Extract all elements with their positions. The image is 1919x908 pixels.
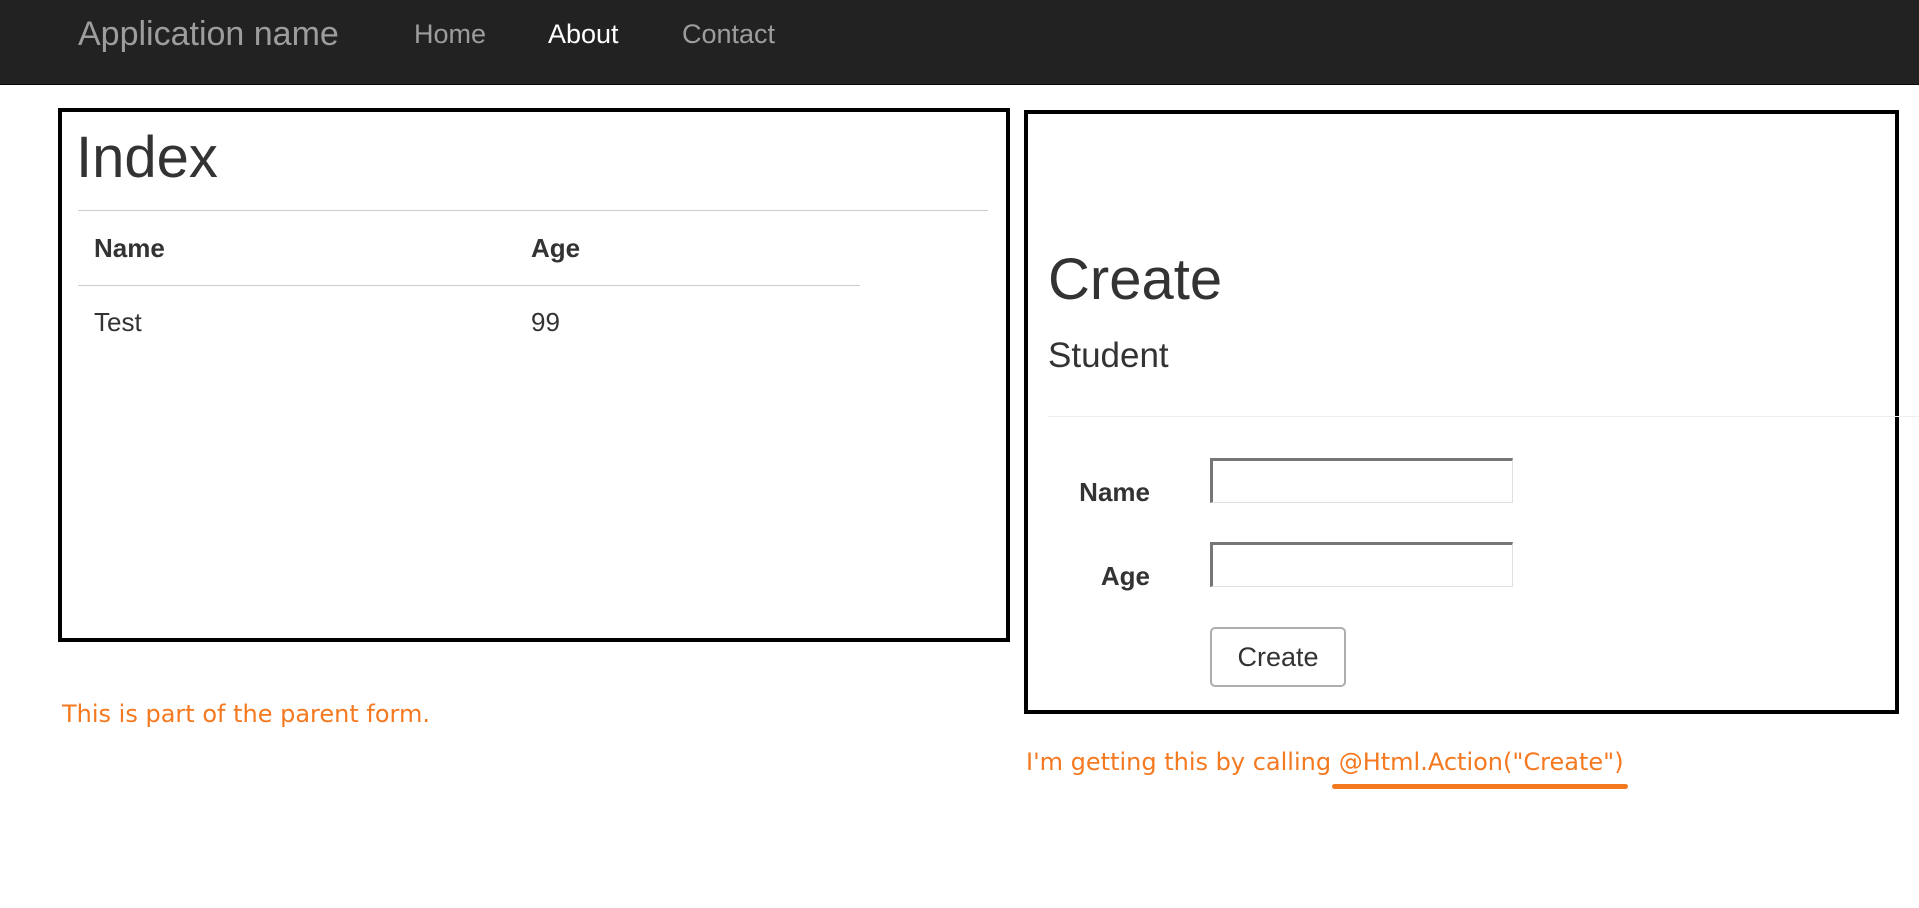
nav-contact-link[interactable]: Contact	[682, 16, 775, 52]
parent-form-note: This is part of the parent form.	[62, 700, 430, 728]
name-field-label: Name	[1079, 477, 1150, 507]
html-action-note: I'm getting this by calling @Html.Action…	[1026, 748, 1624, 776]
index-page-title: Index	[76, 125, 218, 190]
age-field-label: Age	[1100, 561, 1150, 591]
table-cell-name: Test	[94, 307, 142, 337]
create-partial-box	[1024, 110, 1899, 714]
table-header-divider	[78, 285, 860, 286]
name-field[interactable]	[1210, 458, 1513, 503]
table-cell-age: 99	[531, 307, 560, 337]
index-title-divider	[78, 210, 988, 211]
annotation-underline	[1332, 784, 1628, 789]
create-submit-button[interactable]: Create	[1210, 627, 1346, 687]
create-subtitle-divider	[1048, 416, 1919, 417]
age-field[interactable]	[1210, 542, 1513, 587]
table-header-name: Name	[94, 233, 165, 263]
nav-home-link[interactable]: Home	[414, 16, 486, 52]
create-subtitle: Student	[1048, 336, 1169, 375]
create-page-title: Create	[1048, 247, 1223, 312]
brand-link[interactable]: Application name	[78, 12, 339, 56]
nav-about-link[interactable]: About	[548, 16, 619, 52]
table-header-age: Age	[531, 233, 581, 263]
top-navbar: Application name Home About Contact	[0, 0, 1919, 85]
